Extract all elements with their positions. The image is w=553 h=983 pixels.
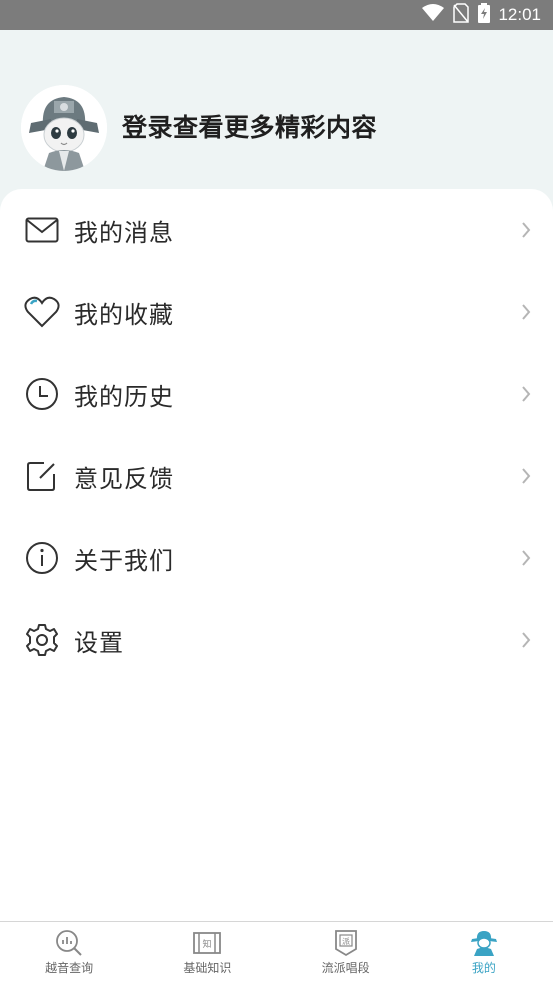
profile-icon [469, 929, 499, 957]
status-icons [422, 2, 491, 28]
tab-yueyin-query[interactable]: 越音查询 [0, 922, 138, 983]
battery-charging-icon [478, 2, 491, 28]
chevron-right-icon [519, 548, 533, 568]
search-chart-icon [54, 929, 84, 957]
chevron-right-icon [519, 384, 533, 404]
banner-icon: 派 [331, 929, 361, 957]
menu-item-history[interactable]: 我的历史 [0, 353, 553, 435]
tab-label: 流派唱段 [321, 961, 370, 975]
menu-item-label: 意见反馈 [74, 464, 174, 493]
status-time: 12:01 [498, 5, 541, 24]
chevron-right-icon [519, 630, 533, 650]
menu-card: 我的消息 我的收藏 我的历史 意见反馈 关于我们 设置 [0, 189, 553, 922]
mail-icon [24, 212, 60, 248]
chevron-right-icon [519, 466, 533, 486]
menu-item-label: 关于我们 [74, 546, 174, 575]
menu-item-label: 我的消息 [74, 218, 174, 247]
avatar[interactable] [21, 85, 107, 171]
edit-icon [24, 458, 60, 494]
clock-icon [24, 376, 60, 412]
heart-icon [24, 294, 60, 330]
status-bar: 12:01 [0, 0, 553, 30]
book-icon: 知 [192, 929, 222, 957]
tab-mine[interactable]: 我的 [415, 922, 553, 983]
menu-item-settings[interactable]: 设置 [0, 599, 553, 681]
bottom-tab-bar: 越音查询 知 基础知识 派 流派唱段 我的 [0, 921, 553, 983]
menu-item-favorites[interactable]: 我的收藏 [0, 271, 553, 353]
menu-item-label: 我的历史 [74, 382, 174, 411]
menu-item-feedback[interactable]: 意见反馈 [0, 435, 553, 517]
menu-item-about[interactable]: 关于我们 [0, 517, 553, 599]
chevron-right-icon [519, 220, 533, 240]
menu-item-label: 我的收藏 [74, 300, 174, 329]
svg-text:派: 派 [342, 937, 350, 946]
tab-label: 基础知识 [183, 961, 232, 975]
info-icon [24, 540, 60, 576]
tab-label: 我的 [471, 961, 496, 975]
chevron-right-icon [519, 302, 533, 322]
tab-basic-knowledge[interactable]: 知 基础知识 [138, 922, 276, 983]
svg-text:知: 知 [203, 938, 212, 950]
profile-header: 登录查看更多精彩内容 [0, 30, 553, 195]
wifi-icon [422, 3, 445, 27]
login-prompt[interactable]: 登录查看更多精彩内容 [122, 108, 377, 144]
gear-icon [24, 622, 60, 658]
no-sim-icon [453, 2, 470, 28]
menu-item-label: 设置 [74, 628, 124, 657]
tab-label: 越音查询 [45, 961, 94, 975]
tab-school-arias[interactable]: 派 流派唱段 [277, 922, 415, 983]
menu-item-messages[interactable]: 我的消息 [0, 189, 553, 271]
